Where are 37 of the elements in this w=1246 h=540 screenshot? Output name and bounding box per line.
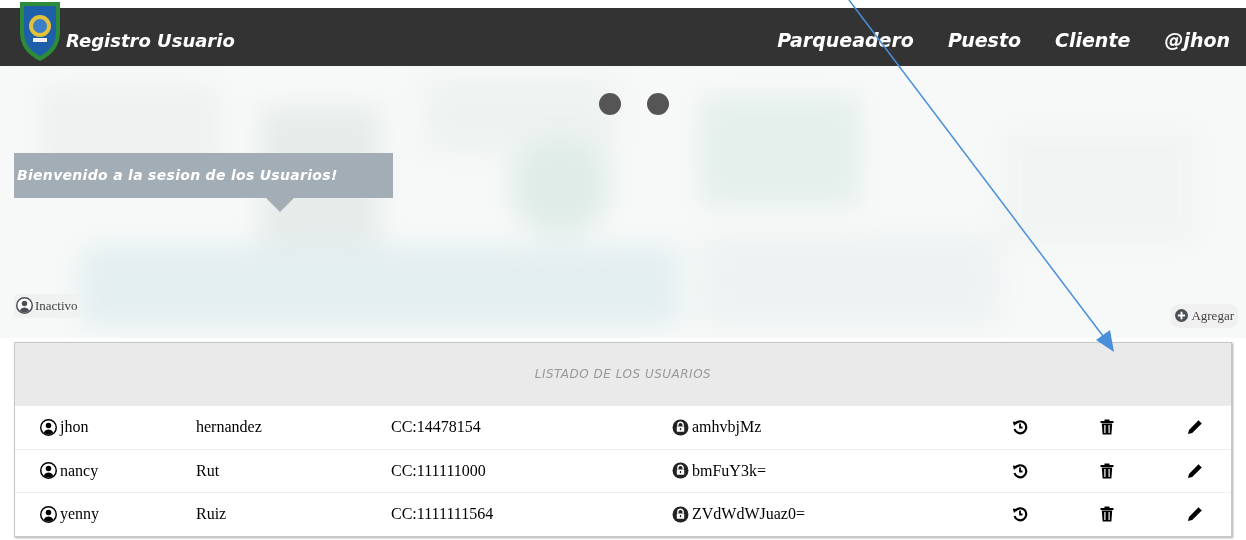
- lock-icon: [672, 418, 689, 436]
- plus-icon: [1175, 309, 1189, 323]
- table-cell-text: yenny: [60, 504, 100, 525]
- table-title: LISTADO DE LOS USUARIOS: [534, 366, 712, 383]
- add-button[interactable]: Agregar: [1171, 304, 1238, 328]
- nav-link[interactable]: Puesto: [947, 25, 1021, 55]
- pencil-icon[interactable]: [1187, 419, 1203, 436]
- table-cell-text: jhon: [60, 417, 89, 438]
- user-icon: [40, 462, 57, 480]
- table-cell-text: CC:1111111564: [391, 504, 495, 525]
- table-cell-text: hernandez: [196, 417, 263, 438]
- table-cell-text: amhvbjMz: [692, 417, 762, 438]
- table-cell-text: CC:111111000: [391, 460, 487, 481]
- page-title: Registro Usuario: [66, 28, 235, 53]
- welcome-text: Bienvenido a la sesion de los Usuarios!: [17, 166, 338, 185]
- user-icon: [16, 297, 33, 315]
- pencil-icon[interactable]: [1187, 462, 1203, 479]
- history-icon[interactable]: [1012, 506, 1028, 523]
- table-cell-text: Ruiz: [196, 504, 228, 525]
- table-cell-text: Rut: [196, 460, 221, 481]
- user-icon: [40, 418, 57, 436]
- history-icon[interactable]: [1012, 419, 1028, 436]
- table-cell-text: bmFuY3k=: [692, 460, 766, 481]
- table-cell-text: CC:14478154: [391, 417, 482, 438]
- table-cell-text: nancy: [60, 460, 99, 482]
- lock-icon: [672, 462, 689, 480]
- nav-link[interactable]: Cliente: [1055, 25, 1131, 55]
- history-icon[interactable]: [1012, 462, 1028, 479]
- shield-logo-icon: [18, 0, 62, 62]
- trash-icon[interactable]: [1100, 506, 1114, 523]
- trash-icon[interactable]: [1100, 419, 1114, 436]
- lock-icon: [672, 505, 689, 523]
- nav-link[interactable]: @jhon: [1164, 25, 1230, 55]
- trash-icon[interactable]: [1100, 462, 1114, 479]
- pencil-icon[interactable]: [1187, 506, 1203, 523]
- table-cell-text: ZVdWdWJuaz0=: [692, 504, 805, 525]
- user-icon: [40, 505, 57, 523]
